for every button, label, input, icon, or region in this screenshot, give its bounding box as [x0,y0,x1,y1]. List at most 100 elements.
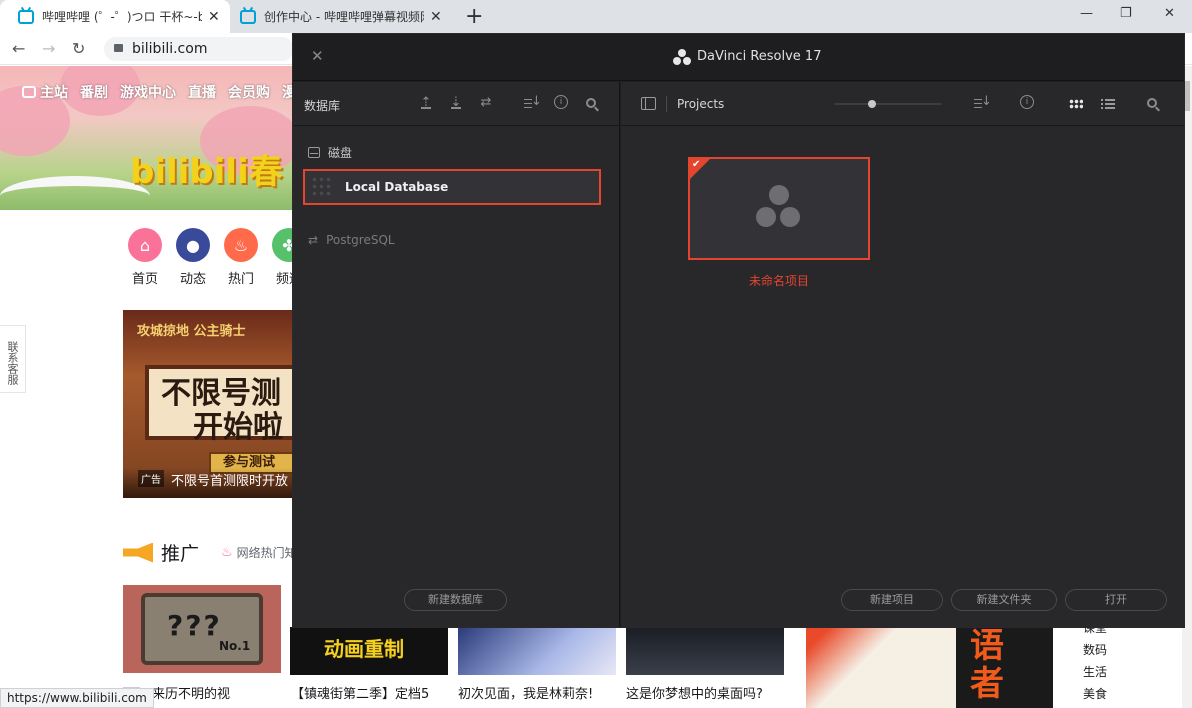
forward-arrow-icon[interactable]: → [42,39,55,58]
ad-caption: 不限号首测限时开放 [171,474,289,489]
tab-close-icon[interactable]: ✕ [430,9,442,25]
bilibili-top-nav: 主站 番剧 游戏中心 直播 会员购 漫画 [22,82,310,102]
tv-icon [22,86,36,98]
disk-label: 磁盘 [328,146,353,160]
tab-title: 哔哩哔哩 (゜-゜)つロ 干杯~-bilibili [42,10,202,24]
bridge-decoration [0,176,150,210]
video-title[interactable]: 【镇魂街第二季】定档5 [291,683,429,702]
shortcut-row: ⌂ 首页 ● 动态 ♨ 热门 ✤ 频道 [128,228,306,287]
nav-main[interactable]: 主站 [22,82,68,102]
sort-icon[interactable] [973,94,992,111]
upload-icon[interactable]: ⇡ [418,95,434,111]
status-url: https://www.bilibili.com [0,688,154,708]
new-project-button[interactable]: 新建项目 [841,589,943,611]
megaphone-icon [123,542,153,563]
fire-icon: ♨ [221,545,233,560]
category-item[interactable]: 生活 [1070,661,1120,683]
bilibili-favicon-icon [18,9,34,24]
nav-live[interactable]: 直播 [188,82,216,102]
lock-icon [114,44,123,52]
database-panel: 数据库 ⇡ ⇣ ⇄ i 磁盘 Local Database ⇄ PostgreS… [293,82,620,627]
video-thumbnail[interactable]: 动画重制 [290,627,448,675]
open-button[interactable]: 打开 [1065,589,1167,611]
window-close-button[interactable]: ✕ [1164,6,1175,21]
new-folder-button[interactable]: 新建文件夹 [951,589,1057,611]
restore-button[interactable]: ❐ [1120,6,1132,21]
video-title: 来历不明的视 [152,687,231,702]
project-tile[interactable]: ✔ [688,157,870,260]
nav-anime[interactable]: 番剧 [80,82,108,102]
flame-icon: ♨ [224,228,258,262]
projects-header: Projects i [621,82,1184,126]
info-icon[interactable]: i [554,95,568,109]
video-thumbnail[interactable]: ??? No.1 [123,585,281,673]
shortcut-hot[interactable]: ♨ 热门 [224,228,258,287]
grid-view-icon[interactable] [1069,99,1083,109]
search-icon[interactable] [586,98,596,108]
thumbnail-text: ??? [167,609,222,642]
shortcut-label: 首页 [131,272,158,287]
promo-hot-link[interactable]: 网络热门知 [237,544,297,561]
category-item[interactable]: 美食 [1070,683,1120,705]
davinci-logo-icon [673,49,691,65]
resolve-title-bar: ✕ DaVinci Resolve 17 [293,34,1184,81]
shortcut-label: 动态 [179,272,206,287]
close-icon[interactable]: ✕ [311,47,324,65]
bilibili-favicon-icon [240,9,256,24]
local-database-label: Local Database [345,180,449,194]
reload-icon[interactable]: ↻ [72,39,85,58]
resolve-project-manager-window: ✕ DaVinci Resolve 17 数据库 ⇡ ⇣ ⇄ i 磁盘 Loca… [292,33,1185,628]
project-name[interactable]: 未命名项目 [688,272,870,289]
thumbnail-zoom-slider[interactable] [835,100,941,108]
video-thumbnail[interactable] [626,627,784,675]
url-field[interactable]: bilibili.com [104,37,294,61]
tab-creator-center[interactable]: 创作中心 - 哔哩哔哩弹幕视频网 ✕ [222,0,452,33]
video-thumbnail[interactable] [458,627,616,675]
davinci-logo-icon [756,185,802,229]
minimize-button[interactable]: — [1080,6,1093,21]
browser-tab-bar: 哔哩哔哩 (゜-゜)つロ 干杯~-bilibili ✕ 创作中心 - 哔哩哔哩弹… [0,0,1192,33]
thumbnail-text: 动画重制 [324,637,404,661]
video-title[interactable]: 初次见面，我是林莉奈! [458,683,593,702]
category-item[interactable]: 数码 [1070,639,1120,661]
shortcut-label: 热门 [227,272,254,287]
thumbnail-number: No.1 [219,639,251,653]
promo-banner[interactable]: 语者 [806,627,1053,708]
contact-service-button[interactable]: 联系客服 [0,325,26,393]
ad-game-title: 攻城掠地 公主骑士 [137,324,246,339]
back-arrow-icon[interactable]: ← [12,39,25,58]
nav-game-center[interactable]: 游戏中心 [120,82,176,102]
video-title[interactable]: 这是你梦想中的桌面吗? [626,683,763,702]
app-title: DaVinci Resolve 17 [697,49,822,64]
ad-card[interactable]: 攻城掠地 公主骑士 不限号测 开始啦 参与测试 广告 不限号首测限时开放 [123,310,292,498]
tab-close-icon[interactable]: ✕ [208,9,220,25]
banner-art-text: 语者 [970,626,1004,704]
banner-art [806,627,956,708]
download-icon[interactable]: ⇣ [448,95,464,111]
slider-knob[interactable] [868,100,877,108]
projects-panel: Projects i ✔ 未命名项目 新建项目 新建文件夹 打开 [621,82,1184,627]
postgresql-label: PostgreSQL [326,233,395,247]
new-database-button[interactable]: 新建数据库 [404,589,507,611]
database-title: 数据库 [304,99,341,113]
search-icon[interactable] [1147,98,1157,108]
new-tab-button[interactable]: + [465,4,483,29]
category-list: 课堂 数码 生活 美食 [1070,617,1120,705]
list-view-icon[interactable] [1101,99,1115,109]
toggle-sidebar-icon[interactable] [641,97,656,110]
avatar: ● [176,228,210,262]
nav-membership-shop[interactable]: 会员购 [228,82,270,102]
url-text: bilibili.com [132,41,208,57]
shortcut-home[interactable]: ⌂ 首页 [128,228,162,287]
local-database-item[interactable]: Local Database [303,169,601,205]
postgresql-item[interactable]: ⇄ PostgreSQL [308,233,395,247]
banner-logo[interactable]: bilibili春 [130,144,283,193]
info-icon[interactable]: i [1020,95,1034,109]
sort-icon[interactable] [523,94,542,111]
tab-title: 创作中心 - 哔哩哔哩弹幕视频网 [264,10,424,24]
tab-bilibili[interactable]: 哔哩哔哩 (゜-゜)つロ 干杯~-bilibili ✕ [0,0,230,33]
transfer-icon[interactable]: ⇄ [478,95,494,111]
shortcut-dynamic[interactable]: ● 动态 [176,228,210,287]
projects-breadcrumb[interactable]: Projects [677,97,724,111]
ad-headline-2: 开始啦 [193,410,283,445]
